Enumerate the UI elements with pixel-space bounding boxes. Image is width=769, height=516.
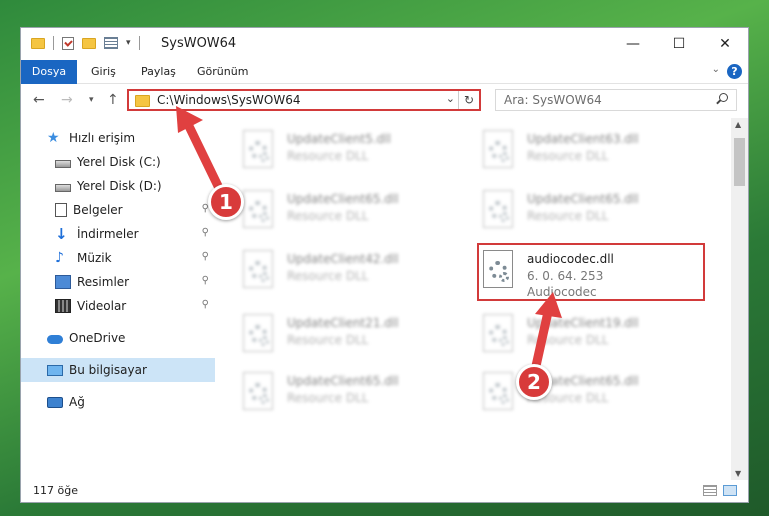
- annotation-badge-1: 1: [208, 184, 244, 220]
- annotation-arrow-2: [531, 307, 553, 371]
- annotation-badge-2: 2: [516, 364, 552, 400]
- annotation-arrowhead-2: [535, 292, 562, 318]
- annotation-layer: [176, 106, 562, 371]
- annotation-arrow-1: [181, 115, 223, 191]
